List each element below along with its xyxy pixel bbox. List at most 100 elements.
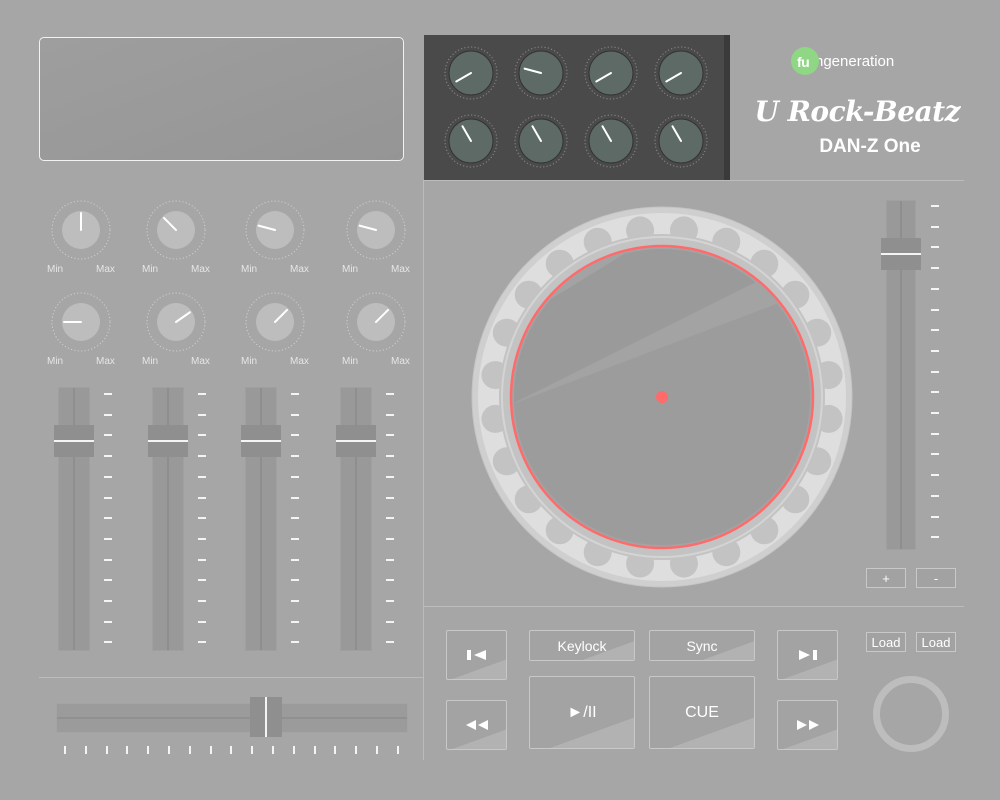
pitch-tick bbox=[931, 432, 939, 435]
crossfader-tick bbox=[230, 746, 233, 754]
fader-tick bbox=[386, 475, 394, 478]
jog-platter[interactable] bbox=[470, 205, 854, 589]
pitch-tick bbox=[931, 205, 939, 207]
sync-button[interactable]: Sync bbox=[649, 630, 755, 661]
mixer-knob[interactable] bbox=[346, 292, 406, 352]
mixer-knob[interactable] bbox=[146, 200, 206, 260]
pitch-tick bbox=[931, 349, 939, 352]
pitch-tick bbox=[931, 246, 939, 249]
pitch-tick bbox=[931, 370, 939, 373]
fader-tick bbox=[104, 579, 112, 582]
knob-max-label: Max bbox=[96, 356, 115, 367]
effect-knob[interactable] bbox=[584, 114, 638, 168]
crossfader-tick bbox=[313, 746, 316, 754]
knob-max-label: Max bbox=[391, 264, 410, 275]
knob-max-label: Max bbox=[191, 264, 210, 275]
effect-knob[interactable] bbox=[514, 46, 568, 100]
effects-panel bbox=[424, 35, 730, 181]
effect-knob[interactable] bbox=[654, 114, 708, 168]
crossfader-track[interactable] bbox=[56, 703, 408, 733]
mixer-knob[interactable] bbox=[346, 200, 406, 260]
sync-label: Sync bbox=[686, 637, 718, 654]
fader-tick bbox=[386, 641, 394, 644]
channel-fader-handle[interactable] bbox=[54, 425, 94, 457]
fader-tick bbox=[104, 393, 112, 395]
pitch-tick bbox=[931, 494, 939, 497]
effect-knob[interactable] bbox=[444, 114, 498, 168]
fader-tick bbox=[198, 579, 206, 582]
fader-tick bbox=[198, 517, 206, 520]
keylock-button[interactable]: Keylock bbox=[529, 630, 635, 661]
fader-tick bbox=[386, 413, 394, 416]
fast-forward-button[interactable] bbox=[777, 700, 838, 750]
mixer-knob[interactable] bbox=[146, 292, 206, 352]
pitch-fader-handle[interactable] bbox=[881, 238, 921, 270]
fader-tick bbox=[291, 620, 299, 623]
play-pause-button[interactable]: ►/II bbox=[529, 676, 635, 749]
mixer-knob[interactable] bbox=[51, 200, 111, 260]
logo-prefix: fu bbox=[797, 54, 810, 70]
fader-tick bbox=[198, 641, 206, 644]
play-skip-icon bbox=[798, 650, 817, 660]
crossfader-tick bbox=[84, 746, 87, 754]
fader-tick bbox=[198, 558, 206, 561]
effect-knob[interactable] bbox=[584, 46, 638, 100]
mixer-knob[interactable] bbox=[245, 292, 305, 352]
knob-max-label: Max bbox=[391, 356, 410, 367]
logo-suffix: ngeneration bbox=[815, 52, 895, 70]
crossfader-tick bbox=[209, 746, 212, 754]
effect-knob[interactable] bbox=[654, 46, 708, 100]
jog-wheel-small[interactable] bbox=[873, 676, 949, 752]
mixer-knob[interactable] bbox=[51, 292, 111, 352]
skip-back-icon bbox=[466, 650, 486, 660]
knob-min-label: Min bbox=[142, 264, 159, 275]
crossfader-tick bbox=[251, 746, 254, 754]
pitch-tick bbox=[931, 308, 939, 311]
mixer-knob[interactable] bbox=[245, 200, 305, 260]
channel-fader-handle[interactable] bbox=[241, 425, 281, 457]
play-pause-label: ►/II bbox=[567, 703, 597, 721]
cue-button[interactable]: CUE bbox=[649, 676, 755, 749]
fader-tick bbox=[104, 620, 112, 623]
pitch-tick bbox=[931, 453, 939, 456]
fader-tick bbox=[386, 558, 394, 561]
next-track-button[interactable] bbox=[777, 630, 838, 680]
fader-tick bbox=[198, 434, 206, 437]
model-name: DAN-Z One bbox=[819, 136, 921, 157]
channel-fader-handle[interactable] bbox=[336, 425, 376, 457]
knob-min-label: Min bbox=[47, 356, 64, 367]
keylock-label: Keylock bbox=[557, 637, 607, 654]
channel-fader-handle[interactable] bbox=[148, 425, 188, 457]
fader-tick bbox=[386, 620, 394, 623]
previous-track-button[interactable] bbox=[446, 630, 507, 680]
pitch-tick bbox=[931, 515, 939, 518]
fader-tick bbox=[386, 393, 394, 395]
crossfader-tick bbox=[272, 746, 274, 754]
fader-tick bbox=[104, 434, 112, 437]
fader-tick bbox=[291, 455, 299, 458]
pitch-tick bbox=[931, 287, 939, 290]
fader-tick bbox=[198, 496, 206, 499]
fader-tick bbox=[291, 579, 299, 582]
knob-min-label: Min bbox=[47, 264, 64, 275]
fader-tick bbox=[198, 475, 206, 478]
fader-tick bbox=[291, 434, 299, 437]
fast-forward-icon bbox=[796, 720, 819, 730]
crossfader-handle[interactable] bbox=[250, 697, 282, 737]
pitch-tick bbox=[931, 536, 939, 539]
load-right-button[interactable]: Load bbox=[916, 632, 956, 652]
effects-knobs bbox=[444, 46, 708, 168]
crossfader-tick bbox=[334, 746, 337, 754]
crossfader-tick bbox=[376, 746, 378, 754]
rewind-button[interactable] bbox=[446, 700, 507, 750]
mixer-knobs[interactable] bbox=[0, 190, 424, 380]
knob-max-label: Max bbox=[290, 356, 309, 367]
crossfader-tick bbox=[168, 746, 170, 754]
knob-min-label: Min bbox=[241, 264, 258, 275]
load-left-button[interactable]: Load bbox=[866, 632, 906, 652]
effect-knob[interactable] bbox=[444, 46, 498, 100]
pitch-plus-button[interactable]: + bbox=[866, 568, 906, 588]
pitch-minus-button[interactable]: - bbox=[916, 568, 956, 588]
rewind-icon bbox=[465, 720, 488, 730]
effect-knob[interactable] bbox=[514, 114, 568, 168]
